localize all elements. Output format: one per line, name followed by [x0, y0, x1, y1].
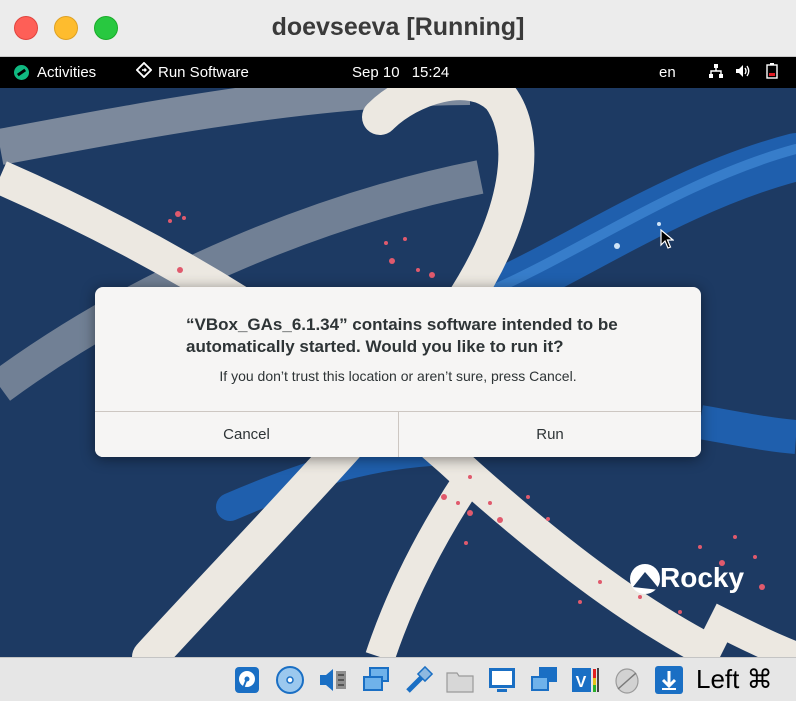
autorun-dialog: “VBox_GAs_6.1.34” contains software inte…: [95, 287, 701, 457]
mouse-integration-icon[interactable]: [612, 665, 642, 695]
dialog-message: If you don’t trust this location or aren…: [219, 368, 577, 384]
hard-disk-icon[interactable]: [232, 665, 262, 695]
cpu-activity-icon[interactable]: V: [571, 665, 601, 695]
volume-icon[interactable]: [735, 63, 752, 83]
guest-screen[interactable]: Rocky Activities Run Software Sep 10 15:…: [0, 57, 796, 657]
mouse-pointer-icon: [660, 229, 674, 249]
dialog-title: “VBox_GAs_6.1.34” contains software inte…: [186, 315, 618, 356]
gnome-top-bar: Activities Run Software Sep 10 15:24 en: [0, 57, 796, 88]
battery-icon[interactable]: [766, 63, 778, 83]
activities-button[interactable]: Activities: [37, 64, 96, 81]
optical-drive-icon[interactable]: [275, 665, 305, 695]
rocky-logo-text: Rocky: [660, 562, 745, 593]
app-menu-label[interactable]: Run Software: [158, 64, 249, 81]
clock[interactable]: Sep 10 15:24: [352, 64, 449, 81]
dialog-button-row: Cancel Run: [95, 411, 701, 457]
keyboard-capture-icon[interactable]: [654, 665, 684, 695]
window-title: doevseeva [Running]: [271, 13, 525, 41]
vm-status-bar: V Left ⌘: [0, 657, 796, 701]
usb-icon[interactable]: [404, 665, 434, 695]
date-label: Sep 10: [352, 64, 400, 81]
cancel-button[interactable]: Cancel: [95, 412, 399, 457]
svg-text:V: V: [576, 674, 587, 691]
language-indicator[interactable]: en: [659, 64, 676, 81]
network-icon[interactable]: [708, 63, 724, 83]
display-icon[interactable]: [487, 665, 517, 695]
video-capture-icon[interactable]: [529, 665, 559, 695]
host-key-label: Left ⌘: [696, 664, 773, 694]
window-titlebar[interactable]: doevseeva [Running]: [0, 0, 796, 57]
audio-icon[interactable]: [318, 665, 348, 695]
shared-folders-icon[interactable]: [445, 665, 475, 695]
time-label: 15:24: [411, 64, 450, 81]
network-adapter-icon[interactable]: [361, 665, 391, 695]
run-button[interactable]: Run: [399, 412, 701, 457]
run-software-icon: [135, 61, 153, 82]
